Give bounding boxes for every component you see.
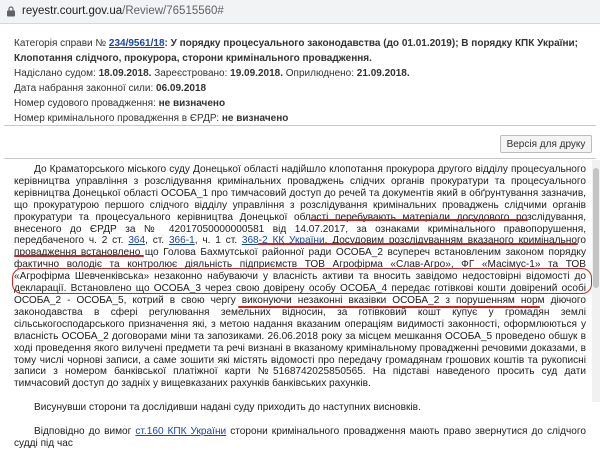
sent-value: 18.09.2018.	[98, 68, 152, 79]
highlighted-text: Голова Бахмутської районної ради	[163, 247, 332, 259]
erdr-value: не визначено	[221, 113, 289, 124]
dates-row: Надіслано судом: 18.09.2018. Зареєстрова…	[14, 66, 586, 81]
text-segment: , ч. 1 ст.	[194, 235, 238, 247]
divider	[4, 158, 596, 159]
erdr-label: Номер кримінального провадження в ЄРДР:	[14, 113, 220, 124]
registered-label: Зареєстровано:	[154, 68, 228, 79]
text-segment: Відповідно до вимог	[34, 426, 132, 438]
case-no-label: Номер судового провадження:	[14, 98, 156, 109]
case-number-link[interactable]: 234/9561/18	[109, 38, 165, 49]
paragraph: Висунувши сторони та дослідивши надані с…	[14, 402, 586, 414]
sent-label: Надіслано судом:	[14, 68, 96, 79]
case-category: Категорія справи № 234/9561/18: У порядк…	[14, 36, 586, 66]
law-link-368-2[interactable]: 368-2 КК України	[242, 235, 325, 246]
red-underline-mark	[310, 219, 528, 221]
red-oval-mark	[12, 268, 592, 294]
text-segment: Висунувши сторони та дослідивши надані с…	[34, 402, 421, 414]
category-label: Категорія справи №	[14, 38, 107, 49]
divider	[4, 125, 596, 126]
paragraph: Відповідно до вимог ст.160 КПК України с…	[14, 426, 586, 450]
case-no-value: не визначено	[158, 98, 226, 109]
url-path: /Review/76515560#	[122, 5, 224, 17]
effective-value: 06.09.2018	[156, 83, 207, 94]
effective-label: Дата набрання законної сили:	[14, 83, 154, 94]
scrollbar[interactable]	[592, 160, 600, 402]
print-version-button[interactable]: Версія для друку	[500, 135, 592, 153]
browser-address-bar[interactable]: reyestr.court.gov.ua/Review/76515560#	[0, 0, 600, 24]
scrollbar-thumb[interactable]	[593, 168, 599, 288]
law-link-366-1[interactable]: 366-1	[169, 235, 195, 246]
red-underline-mark	[238, 306, 540, 308]
court-case-number-row: Номер судового провадження: не визначено	[14, 96, 586, 111]
red-underline-mark	[258, 243, 578, 245]
registered-value: 19.09.2018.	[230, 68, 283, 79]
case-metadata: Категорія справи № 234/9561/18: У порядк…	[14, 36, 586, 126]
law-link-160-kpk[interactable]: ст.160 КПК України	[135, 426, 226, 437]
text-segment: , за готівковий кошт купує у громадян зе…	[322, 306, 586, 318]
text-segment: які, з метою надання вказаним операціям …	[192, 318, 500, 330]
law-link-364[interactable]: 364	[128, 235, 145, 246]
published-label: Оприлюднено:	[285, 68, 355, 79]
url-text[interactable]: reyestr.court.gov.ua/Review/76515560#	[22, 5, 224, 17]
red-underline-mark	[14, 255, 144, 257]
published-value: 21.09.2018.	[356, 68, 410, 79]
text-segment: , ст.	[145, 235, 165, 247]
url-domain: reyestr.court.gov.ua	[22, 5, 123, 17]
effective-date-row: Дата набрання законної сили: 06.09.2018	[14, 81, 586, 96]
erdr-number-row: Номер кримінального провадження в ЄРДР: …	[14, 111, 586, 126]
lock-icon	[7, 6, 15, 17]
highlighted-text: сільськогосподарського призначення	[14, 318, 189, 330]
